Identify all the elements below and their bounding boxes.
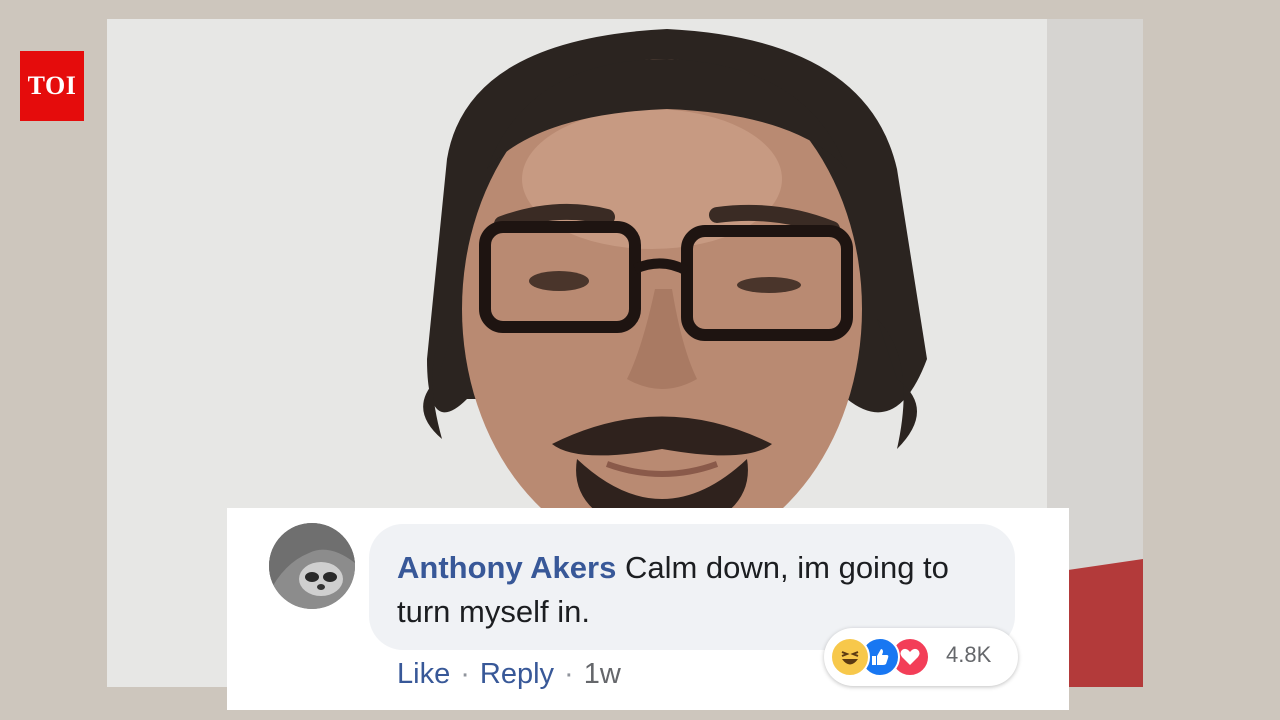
separator: · [564,658,574,690]
facebook-comment: Anthony Akers Calm down, im going to tur… [227,508,1069,710]
logo-text: TOI [27,71,77,100]
comment-actions: Like · Reply · 1w [397,658,621,691]
avatar[interactable] [269,523,355,609]
haha-icon [830,637,870,677]
comment-timestamp[interactable]: 1w [584,658,621,690]
reply-button[interactable]: Reply [480,658,554,690]
reactions-summary[interactable]: 4.8K [824,628,1018,686]
like-button[interactable]: Like [397,658,450,690]
separator: · [460,658,470,690]
comment-author[interactable]: Anthony Akers [397,550,616,585]
comment-body: Anthony Akers Calm down, im going to tur… [397,546,987,634]
reaction-count: 4.8K [946,642,992,667]
sloth-avatar-icon [269,523,355,609]
toi-logo: TOI [20,51,84,121]
